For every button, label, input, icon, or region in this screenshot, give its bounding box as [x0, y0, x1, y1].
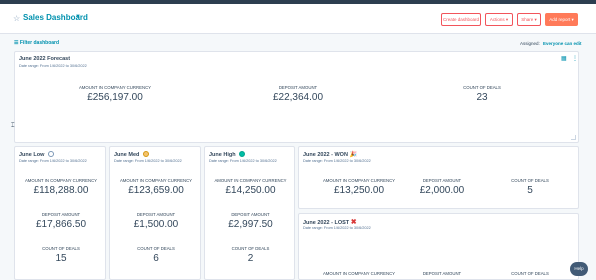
card-title-wrap: June Med [114, 151, 149, 158]
june-high-card: June High Date range: From 1/6/2022 to 3… [204, 146, 295, 280]
card-date-range: Date range: From 1/6/2022 to 30/6/2022 [303, 226, 371, 230]
card-title[interactable]: June 2022 Forecast [19, 56, 70, 62]
metric-value: £123,659.00 [128, 185, 184, 196]
metric-value: £14,250.00 [225, 185, 276, 196]
forecast-card: June 2022 Forecast Date range: From 1/6/… [14, 51, 579, 143]
metric-label: DEPOSIT AMOUNT [41, 212, 81, 217]
actions-button[interactable]: Actions ▾ [485, 13, 513, 26]
red-x-icon: ✖ [350, 219, 357, 226]
june-low-card: June Low Date range: From 1/6/2022 to 30… [14, 146, 106, 280]
yellow-circle-icon [142, 151, 149, 157]
card-date-range: Date range: From 1/6/2022 to 30/6/2022 [209, 159, 277, 163]
share-button[interactable]: Share ▾ [517, 13, 541, 26]
card-title-wrap: June 2022 - WON 🎉 [303, 151, 357, 158]
filter-dashboard-label: Filter dashboard [19, 40, 60, 46]
metric-label: DEPOSIT AMOUNT [422, 178, 462, 183]
card-title[interactable]: June Med [114, 152, 139, 158]
dashboard-header: ☆ Sales Dashboard ▼ Create dashboard Act… [0, 4, 596, 34]
filter-dashboard-link[interactable]: ☰ Filter dashboard [14, 40, 59, 46]
metric-label: AMOUNT IN COMPANY CURRENCY [214, 178, 287, 183]
card-title[interactable]: June High [209, 152, 236, 158]
assigned-label: Assigned: [520, 41, 540, 46]
card-date-range: Date range: From 1/6/2022 to 30/6/2022 [19, 64, 87, 68]
metric-value: £256,197.00 [87, 92, 143, 103]
metric-label: COUNT OF DEALS [42, 246, 80, 251]
metric-value: £2,997.50 [228, 219, 273, 230]
mouse-cursor-icon: ⌶ [11, 123, 15, 129]
metric-value: £22,364.00 [272, 92, 324, 103]
celebration-icon: 🎉 [349, 152, 357, 158]
metric-label: COUNT OF DEALS [231, 246, 270, 251]
grid-icon[interactable]: ▦ [561, 55, 567, 62]
metric-label: DEPOSIT AMOUNT [278, 85, 318, 90]
metric-value: 6 [153, 253, 159, 264]
metric-value: £17,866.50 [35, 219, 87, 230]
metric-label: COUNT OF DEALS [511, 178, 549, 183]
june-med-card: June Med Date range: From 1/6/2022 to 30… [109, 146, 201, 280]
assigned-value-link[interactable]: Everyone can edit [543, 41, 582, 46]
lost-card: June 2022 - LOST ✖ Date range: From 1/6/… [298, 213, 579, 280]
metric-label: AMOUNT IN COMPANY CURRENCY [24, 178, 98, 183]
metric-label: COUNT OF DEALS [137, 246, 175, 251]
metric-label: DEPOSIT AMOUNT [136, 212, 176, 217]
metric-value: £2,000.00 [419, 185, 465, 196]
resize-handle[interactable] [571, 135, 576, 140]
green-circle-icon [239, 151, 246, 157]
metric-label: DEPOSIT AMOUNT [422, 271, 462, 276]
chevron-down-icon[interactable]: ▼ [75, 14, 81, 20]
metric-label: AMOUNT IN COMPANY CURRENCY [119, 178, 193, 183]
favorite-star-icon[interactable]: ☆ [13, 14, 20, 23]
card-date-range: Date range: From 1/6/2022 to 30/6/2022 [303, 159, 371, 163]
metric-value: 5 [527, 185, 533, 196]
metric-value: 15 [55, 253, 67, 264]
filter-icon: ☰ [14, 40, 19, 46]
won-card: June 2022 - WON 🎉 Date range: From 1/6/2… [298, 146, 579, 209]
card-title[interactable]: June 2022 - WON [303, 152, 348, 158]
card-title-wrap: June 2022 - LOST ✖ [303, 218, 357, 226]
card-title-wrap: June High [209, 151, 246, 158]
more-options-icon[interactable]: ⋮ [572, 55, 578, 62]
metric-value: £118,288.00 [33, 185, 89, 196]
card-date-range: Date range: From 1/6/2022 to 30/6/2022 [114, 159, 182, 163]
metric-value: 23 [476, 92, 488, 103]
card-date-range: Date range: From 1/6/2022 to 30/6/2022 [19, 159, 87, 163]
card-title[interactable]: June Low [19, 152, 44, 158]
metric-value: 2 [247, 253, 254, 264]
metric-label: COUNT OF DEALS [463, 85, 501, 90]
help-button[interactable]: Help [570, 262, 588, 276]
empty-circle-icon [47, 151, 54, 157]
create-dashboard-button[interactable]: Create dashboard [441, 13, 481, 26]
metric-value: £1,500.00 [133, 219, 179, 230]
metric-label: AMOUNT IN COMPANY CURRENCY [78, 85, 152, 90]
add-report-button[interactable]: Add report ▾ [545, 13, 578, 26]
metric-label: COUNT OF DEALS [511, 271, 549, 276]
card-title-wrap: June Low [19, 151, 54, 158]
metric-label: DEPOSIT AMOUNT [231, 212, 270, 217]
